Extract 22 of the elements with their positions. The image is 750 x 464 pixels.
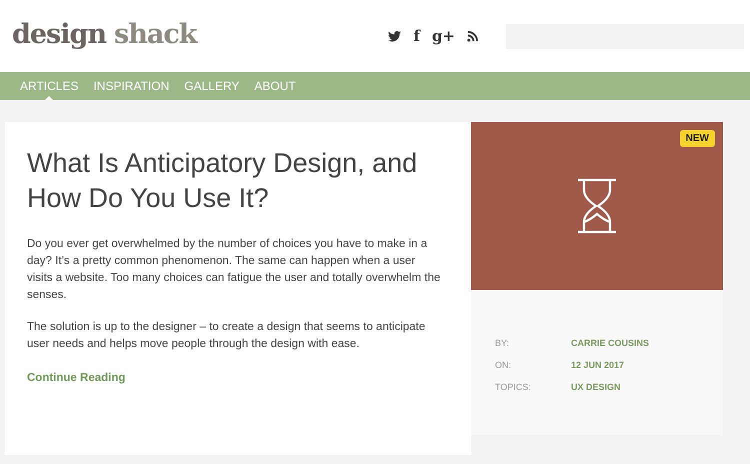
- nav-tab[interactable]: ABOUT: [254, 72, 296, 100]
- rss-icon[interactable]: [467, 30, 478, 42]
- article-excerpt: Do you ever get overwhelmed by the number of choices you have to make in a day? It’s a pretty common phenomenon. The same can happen when a user visits a website. Too many choices can fatigue the user and totally overwhelm the senses.: [27, 237, 442, 303]
- new-badge: NEW: [680, 130, 715, 147]
- meta-label: ON:: [495, 360, 512, 370]
- logo-word[interactable]: shack: [114, 18, 197, 50]
- meta-value[interactable]: UX DESIGN: [571, 382, 723, 392]
- nav-tab[interactable]: INSPIRATION: [93, 72, 170, 100]
- article-title[interactable]: What Is Anticipatory Design, and How Do You Use It?: [27, 146, 447, 216]
- continue-link[interactable]: Continue Reading: [27, 372, 126, 384]
- meta-label: BY:: [495, 338, 510, 348]
- nav-tab[interactable]: GALLERY: [184, 72, 240, 100]
- social-link[interactable]: g+: [432, 28, 455, 44]
- article-excerpt: The solution is up to the designer – to create a design that seems to anticipate user needs and helps move people through the design with ease.: [27, 320, 426, 352]
- meta-value[interactable]: CARRIE COUSINS: [571, 338, 723, 348]
- social-link[interactable]: f: [413, 28, 420, 44]
- hourglass-icon: [577, 178, 617, 234]
- logo-word[interactable]: design: [12, 18, 106, 50]
- nav-tab[interactable]: ARTICLES: [20, 72, 78, 100]
- meta-label: TOPICS:: [495, 382, 532, 392]
- meta-value[interactable]: 12 JUN 2017: [571, 360, 723, 370]
- bird-icon[interactable]: [388, 30, 402, 42]
